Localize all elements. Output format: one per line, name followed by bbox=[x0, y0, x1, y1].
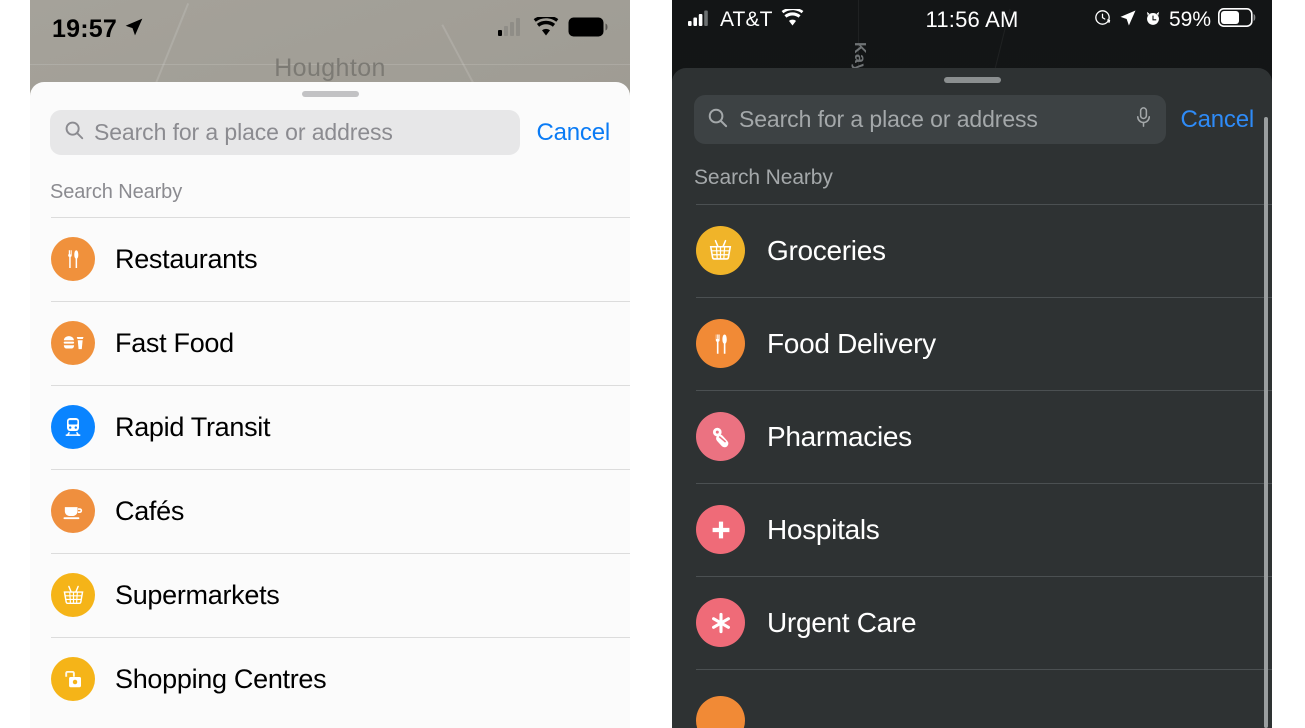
wifi-icon bbox=[533, 15, 559, 41]
list-item-rapid-transit[interactable]: Rapid Transit bbox=[30, 385, 630, 469]
left-phone-screenshot: Houghton 19:57 Search for a place or add… bbox=[30, 0, 630, 728]
pills-icon bbox=[696, 412, 745, 461]
battery-full-icon bbox=[568, 17, 608, 42]
list-item-label: Rapid Transit bbox=[115, 411, 271, 442]
status-left-group: AT&T bbox=[688, 7, 926, 32]
list-item-cafes[interactable]: Cafés bbox=[30, 469, 630, 553]
alarm-clock-icon bbox=[1144, 9, 1162, 32]
fork-knife-icon bbox=[51, 237, 95, 281]
list-item-label: Hospitals bbox=[767, 513, 880, 545]
list-item-label: Fast Food bbox=[115, 327, 234, 358]
map-place-label: Houghton bbox=[274, 54, 386, 82]
list-item-restaurants[interactable]: Restaurants bbox=[30, 217, 630, 301]
search-icon bbox=[63, 119, 85, 146]
wifi-icon bbox=[781, 7, 804, 31]
cellular-signal-icon bbox=[498, 17, 524, 41]
status-indicators bbox=[498, 15, 608, 42]
status-bar: 19:57 bbox=[30, 0, 630, 58]
search-nearby-list: Restaurants Fast Food Rapid Transit Café… bbox=[30, 217, 630, 721]
train-icon bbox=[51, 405, 95, 449]
list-item-pharmacies[interactable]: Pharmacies bbox=[672, 390, 1272, 483]
list-item-food-delivery[interactable]: Food Delivery bbox=[672, 297, 1272, 390]
fork-knife-icon bbox=[696, 319, 745, 368]
search-nearby-list: Groceries Food Delivery Pharmacies Hospi… bbox=[672, 204, 1272, 728]
list-item-label: Food Delivery bbox=[767, 327, 936, 359]
list-item-groceries[interactable]: Groceries bbox=[672, 204, 1272, 297]
search-placeholder: Search for a place or address bbox=[739, 106, 1038, 132]
status-indicators: 59% bbox=[1018, 8, 1256, 32]
search-input[interactable]: Search for a place or address bbox=[694, 95, 1167, 144]
burger-drink-icon bbox=[51, 321, 95, 365]
list-item-hospitals[interactable]: Hospitals bbox=[672, 483, 1272, 576]
right-phone-screenshot: Kay AT&T 11:56 AM 59% Search for a place… bbox=[672, 0, 1272, 728]
section-title-search-nearby: Search Nearby bbox=[50, 181, 183, 203]
search-placeholder: Search for a place or address bbox=[94, 119, 393, 145]
search-input[interactable]: Search for a place or address bbox=[50, 110, 521, 155]
location-arrow-icon bbox=[124, 15, 144, 44]
list-item-label: Supermarkets bbox=[115, 579, 280, 610]
basket-icon bbox=[696, 226, 745, 275]
search-sheet: Search for a place or address Cancel Sea… bbox=[30, 82, 630, 728]
list-item-label: Pharmacies bbox=[767, 420, 912, 452]
shopping-bag-icon bbox=[51, 657, 95, 701]
scrollbar[interactable] bbox=[1264, 117, 1268, 728]
list-item-label: Cafés bbox=[115, 495, 185, 526]
section-title-search-nearby: Search Nearby bbox=[694, 166, 833, 189]
status-time: 11:56 AM bbox=[925, 7, 1019, 32]
asterisk-icon bbox=[696, 598, 745, 647]
list-item-shopping-centres[interactable]: Shopping Centres bbox=[30, 637, 630, 721]
list-item-label: Shopping Centres bbox=[115, 663, 327, 694]
status-bar: AT&T 11:56 AM 59% bbox=[672, 0, 1272, 40]
cellular-signal-icon bbox=[688, 10, 712, 31]
cancel-button[interactable]: Cancel bbox=[536, 119, 610, 147]
list-item-supermarkets[interactable]: Supermarkets bbox=[30, 553, 630, 637]
circle-icon bbox=[696, 696, 745, 728]
plus-icon bbox=[696, 505, 745, 554]
search-bar-row: Search for a place or address Cancel bbox=[672, 83, 1272, 160]
microphone-icon[interactable] bbox=[1133, 106, 1154, 134]
search-bar-row: Search for a place or address Cancel bbox=[30, 97, 630, 173]
coffee-cup-icon bbox=[51, 489, 95, 533]
list-item-label: Groceries bbox=[767, 234, 886, 266]
battery-icon bbox=[1218, 8, 1256, 32]
status-carrier: AT&T bbox=[720, 8, 773, 31]
cancel-button[interactable]: Cancel bbox=[1180, 106, 1254, 134]
list-item-label: Urgent Care bbox=[767, 606, 917, 638]
status-time-group: 19:57 bbox=[52, 15, 144, 44]
search-icon bbox=[706, 106, 729, 134]
list-item-partial[interactable] bbox=[672, 669, 1272, 728]
list-item-label: Restaurants bbox=[115, 243, 258, 274]
basket-icon bbox=[51, 573, 95, 617]
rotation-lock-icon bbox=[1093, 8, 1112, 32]
status-time: 19:57 bbox=[52, 14, 117, 43]
battery-percent: 59% bbox=[1168, 8, 1212, 31]
list-item-urgent-care[interactable]: Urgent Care bbox=[672, 576, 1272, 669]
list-item-fast-food[interactable]: Fast Food bbox=[30, 301, 630, 385]
location-arrow-icon bbox=[1119, 9, 1137, 32]
search-sheet: Search for a place or address Cancel Sea… bbox=[672, 68, 1272, 728]
